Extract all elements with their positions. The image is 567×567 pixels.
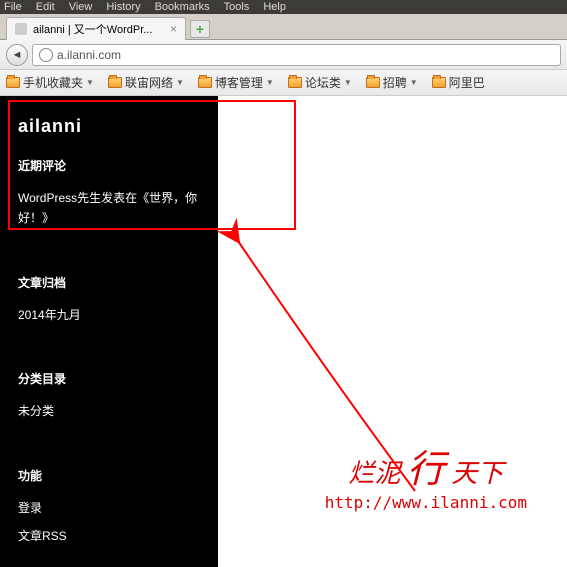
folder-icon — [108, 77, 122, 88]
globe-icon — [39, 48, 53, 62]
chevron-down-icon: ▼ — [86, 78, 94, 87]
bookmark-folder-forum[interactable]: 论坛类▼ — [288, 74, 352, 91]
menu-help[interactable]: Help — [263, 1, 286, 13]
sidebar: ailanni 近期评论 WordPress先生发表在《世界，你好！》 文章归档… — [0, 96, 218, 567]
folder-icon — [198, 77, 212, 88]
bookmark-folder-alibaba[interactable]: 阿里巴 — [432, 74, 485, 91]
url-bar[interactable]: a.ilanni.com — [32, 44, 561, 66]
navbar: ◄ a.ilanni.com — [0, 40, 567, 70]
menu-bookmarks[interactable]: Bookmarks — [155, 1, 210, 13]
category-link[interactable]: 未分类 — [18, 404, 54, 418]
tab-title: ailanni | 又一个WordPr... — [33, 21, 164, 37]
bookmark-folder-mobile[interactable]: 手机收藏夹▼ — [6, 74, 94, 91]
chevron-down-icon: ▼ — [410, 78, 418, 87]
menu-tools[interactable]: Tools — [224, 1, 250, 13]
chevron-down-icon: ▼ — [176, 78, 184, 87]
widget-categories: 分类目录 未分类 — [18, 370, 200, 421]
tabbar: ailanni | 又一个WordPr... × + — [0, 14, 567, 40]
bookmark-folder-network[interactable]: 联宙网络▼ — [108, 74, 184, 91]
login-link[interactable]: 登录 — [18, 501, 42, 515]
favicon-icon — [15, 23, 27, 35]
folder-icon — [366, 77, 380, 88]
widget-title: 文章归档 — [18, 274, 200, 291]
widget-archives: 文章归档 2014年九月 — [18, 274, 200, 325]
menubar: File Edit View History Bookmarks Tools H… — [0, 0, 567, 14]
folder-icon — [432, 77, 446, 88]
back-button[interactable]: ◄ — [6, 44, 28, 66]
folder-icon — [288, 77, 302, 88]
widget-title: 近期评论 — [18, 157, 200, 174]
bookmark-folder-jobs[interactable]: 招聘▼ — [366, 74, 418, 91]
site-title[interactable]: ailanni — [18, 116, 200, 137]
browser-tab[interactable]: ailanni | 又一个WordPr... × — [6, 17, 186, 40]
menu-file[interactable]: File — [4, 1, 22, 13]
menu-view[interactable]: View — [69, 1, 93, 13]
tab-close-button[interactable]: × — [170, 22, 177, 36]
chevron-down-icon: ▼ — [344, 78, 352, 87]
widget-recent-comments: 近期评论 WordPress先生发表在《世界，你好！》 — [18, 157, 200, 229]
widget-meta: 功能 登录 文章RSS — [18, 467, 200, 547]
comment-item: WordPress先生发表在《世界，你好！》 — [18, 188, 200, 229]
rss-link[interactable]: 文章RSS — [18, 529, 67, 543]
chevron-down-icon: ▼ — [266, 78, 274, 87]
page-content: ailanni 近期评论 WordPress先生发表在《世界，你好！》 文章归档… — [0, 96, 567, 567]
comment-author[interactable]: WordPress先生 — [18, 191, 101, 205]
menu-edit[interactable]: Edit — [36, 1, 55, 13]
archive-link[interactable]: 2014年九月 — [18, 308, 81, 322]
widget-title: 分类目录 — [18, 370, 200, 387]
url-text: a.ilanni.com — [57, 48, 121, 62]
new-tab-button[interactable]: + — [190, 20, 210, 38]
widget-title: 功能 — [18, 467, 200, 484]
menu-history[interactable]: History — [106, 1, 140, 13]
bookmark-bar: 手机收藏夹▼ 联宙网络▼ 博客管理▼ 论坛类▼ 招聘▼ 阿里巴 — [0, 70, 567, 96]
bookmark-folder-blog[interactable]: 博客管理▼ — [198, 74, 274, 91]
folder-icon — [6, 77, 20, 88]
watermark: 烂泥 行 天下 http://www.ilanni.com — [325, 438, 527, 512]
